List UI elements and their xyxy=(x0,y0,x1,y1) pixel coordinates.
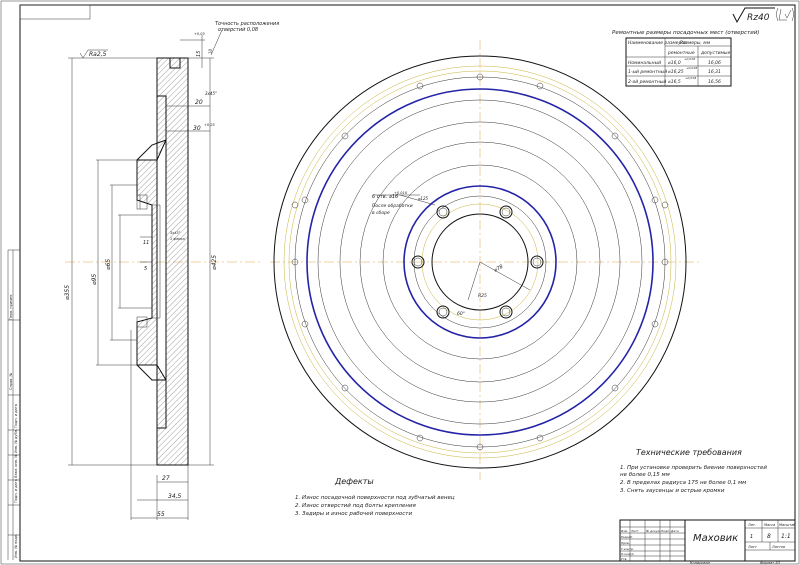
hdr-repair: ремонтные xyxy=(667,51,695,56)
row2-allowed: 16,31 xyxy=(708,69,721,75)
section-view: ⌀355 ⌀95 ⌀65 ⌀425 11 5 20 30 +0,25 +0,03… xyxy=(64,21,279,520)
dim-34-5: 34,5 xyxy=(168,493,182,500)
defect-1: 1. Износ посадочной поверхности под зубч… xyxy=(295,495,455,501)
hdr-allowed: допустимые xyxy=(700,51,730,56)
dim-10: 10 xyxy=(208,48,213,54)
tb-sheet: Лист xyxy=(747,545,758,549)
row1-allowed: 16,06 xyxy=(708,60,721,66)
row2-name: 1-ый ремонтный xyxy=(628,69,667,75)
dim-outer-diameter: ⌀425 xyxy=(211,255,218,270)
row1-tol: +0,018 xyxy=(684,57,695,61)
part-name: Маховик xyxy=(693,533,738,544)
tolerance-note-2: отверстий 0,08 xyxy=(218,27,258,33)
tb-role-dev: Разраб. xyxy=(621,535,633,539)
dim-30-tol: +0,25 xyxy=(204,123,215,127)
surface-finish-value: Rz40 xyxy=(747,13,770,23)
row3-repair: ⌀16,5 xyxy=(668,79,681,85)
angle-label: 60° xyxy=(457,311,465,317)
tb-role-tcontr: Т.контр. xyxy=(621,547,634,551)
row3-name: 2-ой ремонтный xyxy=(628,79,666,85)
strip-dup-inv: Инв. № дубл. xyxy=(14,429,18,453)
strip-sign-date-2: Подп. и дата xyxy=(14,479,18,503)
dim-11: 11 xyxy=(143,240,149,246)
tb-lit-label: Лит. xyxy=(747,523,756,527)
defect-2: 2. Износ отверстий под болты крепления xyxy=(295,503,417,509)
tb-date: Дата xyxy=(670,529,679,533)
bolt-note-tol: +0,018 xyxy=(394,191,408,195)
bolt-note-2: После обработки xyxy=(372,203,413,209)
strip-orig-inv: Инв. № подл. xyxy=(14,534,18,558)
row3-allowed: 16,56 xyxy=(708,79,721,85)
center-note-2: 1 фаска xyxy=(170,237,185,241)
strip-ref-no: Справ. № xyxy=(9,373,13,390)
drawing-sheet: Перв. примен. Справ. № Подп. и дата Инв.… xyxy=(0,0,800,565)
strip-replace-inv: Взам. инв. № xyxy=(14,454,18,478)
req-1b: не более 0,15 мм xyxy=(620,472,670,478)
dim-5: 5 xyxy=(144,266,147,272)
tb-lit-value: 1 xyxy=(750,534,753,540)
tb-sheets: Листов xyxy=(771,545,785,549)
bolt-note-3: в сборе xyxy=(372,210,390,216)
tb-scale-label: Масштаб xyxy=(779,523,796,527)
tb-format: Формат А3 xyxy=(760,561,780,565)
tb-mass-label: Масса xyxy=(764,523,775,527)
tb-role-approve: Утв. xyxy=(621,557,627,561)
req-1: 1. При установке проверить биение поверх… xyxy=(620,465,767,471)
defects-block: Дефекты 1. Износ посадочной поверхности … xyxy=(295,477,455,517)
tb-copied: Копировал xyxy=(690,561,711,565)
tb-list: Лист xyxy=(630,529,639,533)
side-strip: Перв. примен. Справ. № Подп. и дата Инв.… xyxy=(7,249,20,560)
row1-repair: ⌀16,0 xyxy=(668,60,681,66)
dim-20: 20 xyxy=(195,99,203,106)
chamfer-note: 3x45° xyxy=(205,91,217,96)
dim-top-tol: +0,03 xyxy=(194,32,205,36)
dim-inner-diameter: ⌀95 xyxy=(91,274,98,285)
row2-tol: +0,018 xyxy=(686,66,697,70)
dim-left-diameter: ⌀355 xyxy=(64,285,71,300)
dim-27: 27 xyxy=(162,475,170,482)
row1-name: Номинальный xyxy=(628,60,661,66)
front-view: 6 отв. ⌀16 +0,018 После обработки в сбор… xyxy=(270,40,700,480)
strip-first-use: Перв. примен. xyxy=(9,294,13,320)
strip-sign-date-1: Подп. и дата xyxy=(14,404,18,428)
defects-title: Дефекты xyxy=(334,477,374,486)
title-block: Изм. Лист № докум. Подп. Дата Разраб. Пр… xyxy=(619,519,796,565)
tb-role-ncontr: Н.контр. xyxy=(621,552,634,556)
requirements-title: Технические требования xyxy=(636,448,742,457)
ra-value: Ra2,5 xyxy=(89,51,107,58)
tb-doc: № докум. xyxy=(645,529,661,533)
center-note-1: 3x45° xyxy=(170,231,181,235)
dim-30: 30 xyxy=(193,125,201,132)
tb-sign: Подп. xyxy=(661,529,670,533)
repair-table: Ремонтные размеры посадочных мест (отвер… xyxy=(612,30,760,87)
dim-55: 55 xyxy=(157,511,165,518)
tb-mass-value: 8 xyxy=(767,533,771,540)
hdr-name: Наименование размеров xyxy=(628,40,687,46)
small-label: ⌀125 xyxy=(418,196,428,201)
row3-tol: +0,018 xyxy=(685,76,696,80)
repair-table-caption: Ремонтные размеры посадочных мест (отвер… xyxy=(612,30,760,36)
tb-role-check: Пров. xyxy=(621,541,630,545)
requirements-block: Технические требования 1. При установке … xyxy=(620,448,767,494)
defect-3: 3. Задиры и износ рабочей поверхности xyxy=(295,511,413,517)
tb-scale-value: 1:1 xyxy=(781,533,791,540)
req-3: 3. Снять заусенцы и острые кромки xyxy=(620,488,725,494)
dim-15: 15 xyxy=(196,51,202,57)
surface-finish-mark: Rz40 xyxy=(732,7,794,24)
req-2: 2. В пределах радиуса 175 не более 0,1 м… xyxy=(620,480,746,486)
pcd-label: ⌀78 xyxy=(493,264,504,274)
row2-repair: ⌀16,25 xyxy=(668,69,684,75)
dim-bore-diameter: ⌀65 xyxy=(105,259,112,270)
hdr-sizes: Размеры, мм xyxy=(680,40,711,46)
tb-izm: Изм. xyxy=(621,529,628,533)
angle-r: R25 xyxy=(478,293,487,299)
